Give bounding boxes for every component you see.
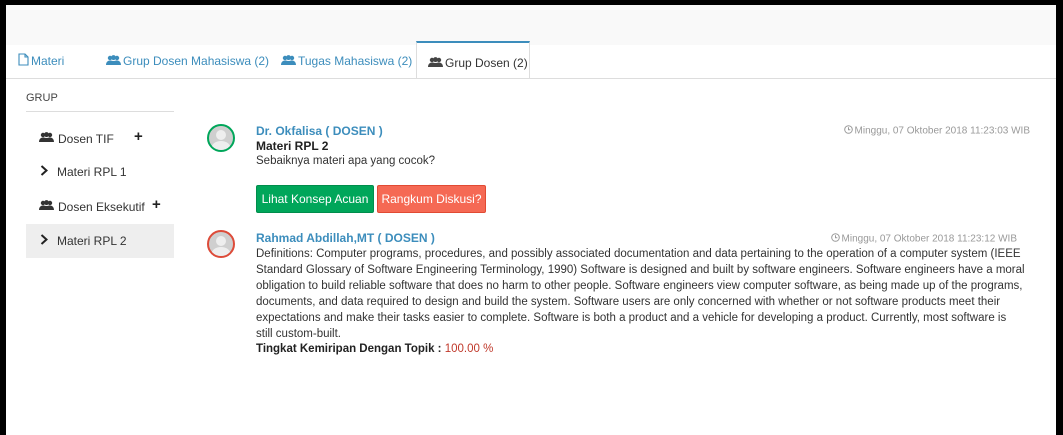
file-icon bbox=[18, 46, 29, 78]
chevron-right-icon bbox=[40, 165, 48, 179]
tab-grup-dosen[interactable]: Grup Dosen (2) bbox=[416, 41, 530, 78]
clock-icon bbox=[843, 125, 853, 137]
sidebar-item-dosen-tif[interactable]: Dosen TIF + bbox=[26, 122, 174, 155]
tab-tugas-mahasiswa[interactable]: Tugas Mahasiswa (2) bbox=[281, 45, 412, 77]
post-timestamp: Minggu, 07 Oktober 2018 11:23:12 WIB bbox=[830, 233, 1017, 245]
tab-materi[interactable]: Materi bbox=[18, 45, 64, 77]
similarity-score: Tingkat Kemiripan Dengan Topik : 100.00 … bbox=[256, 343, 493, 355]
similarity-label: Tingkat Kemiripan Dengan Topik : bbox=[256, 343, 442, 355]
tab-label: Materi bbox=[31, 54, 65, 68]
group-icon bbox=[428, 44, 443, 84]
avatar bbox=[207, 124, 235, 152]
group-icon bbox=[39, 132, 54, 146]
sidebar-item-label: Dosen TIF bbox=[58, 132, 114, 146]
window-frame-right bbox=[1056, 0, 1063, 435]
group-icon bbox=[39, 200, 54, 214]
sidebar-item-label: Materi RPL 1 bbox=[57, 165, 127, 179]
lihat-konsep-acuan-button[interactable]: Lihat Konsep Acuan bbox=[256, 185, 374, 213]
clock-icon bbox=[830, 233, 840, 245]
group-icon bbox=[106, 46, 121, 78]
plus-icon[interactable]: + bbox=[152, 196, 161, 213]
sidebar-item-label: Materi RPL 2 bbox=[57, 234, 127, 248]
post-author[interactable]: Rahmad Abdillah,MT ( DOSEN ) bbox=[256, 231, 435, 245]
avatar bbox=[207, 230, 235, 258]
timestamp-text: Minggu, 07 Oktober 2018 11:23:12 WIB bbox=[841, 233, 1017, 245]
tab-bar: Materi Grup Dosen Mahasiswa (2) Tugas Ma… bbox=[6, 41, 1056, 79]
post-topic: Materi RPL 2 bbox=[256, 139, 329, 153]
tab-label: Grup Dosen (2) bbox=[445, 56, 528, 70]
chevron-right-icon bbox=[40, 234, 48, 248]
top-band bbox=[6, 5, 1056, 45]
sidebar-divider bbox=[26, 111, 174, 112]
post-text: Sebaiknya materi apa yang cocok? bbox=[256, 155, 435, 167]
sidebar-item-dosen-eksekutif[interactable]: Dosen Eksekutif + bbox=[26, 190, 174, 223]
group-icon bbox=[281, 46, 296, 78]
plus-icon[interactable]: + bbox=[134, 128, 143, 145]
sidebar-header: GRUP bbox=[26, 92, 58, 104]
sidebar-item-label: Dosen Eksekutif bbox=[58, 200, 145, 214]
sidebar-item-materi-rpl-2[interactable]: Materi RPL 2 bbox=[26, 224, 174, 258]
similarity-value: 100.00 % bbox=[444, 343, 494, 355]
post-author[interactable]: Dr. Okfalisa ( DOSEN ) bbox=[256, 124, 383, 138]
tab-label: Tugas Mahasiswa (2) bbox=[298, 54, 413, 68]
tab-grup-dosen-mahasiswa[interactable]: Grup Dosen Mahasiswa (2) bbox=[106, 45, 269, 77]
sidebar-item-materi-rpl-1[interactable]: Materi RPL 1 bbox=[26, 155, 174, 188]
tab-label: Grup Dosen Mahasiswa (2) bbox=[123, 54, 270, 68]
timestamp-text: Minggu, 07 Oktober 2018 11:23:03 WIB bbox=[854, 125, 1030, 137]
post-text: Definitions: Computer programs, procedur… bbox=[256, 248, 1025, 340]
post-timestamp: Minggu, 07 Oktober 2018 11:23:03 WIB bbox=[843, 125, 1030, 137]
rangkum-diskusi-button[interactable]: Rangkum Diskusi? bbox=[377, 185, 486, 213]
